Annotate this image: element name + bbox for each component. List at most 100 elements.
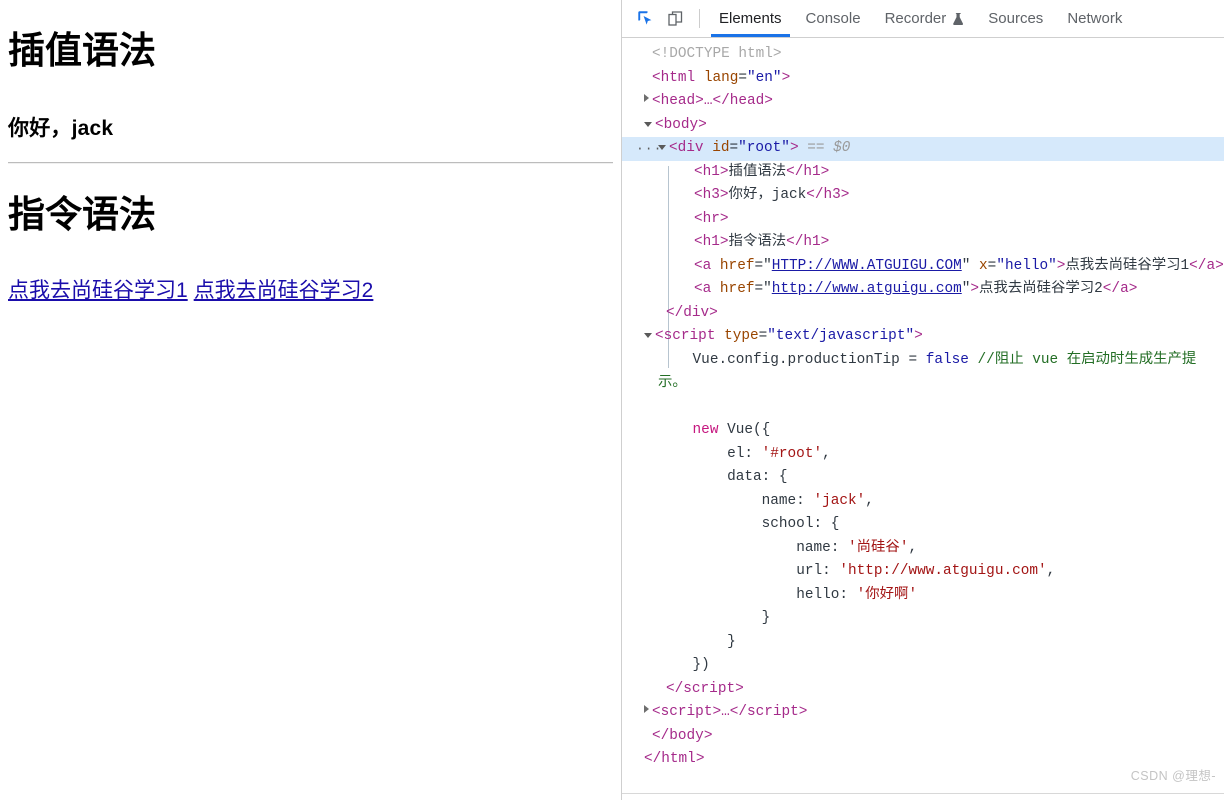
tab-console[interactable]: Console	[794, 0, 873, 37]
tab-sources[interactable]: Sources	[976, 0, 1055, 37]
dom-node-anchor-1[interactable]: <a href="HTTP://WWW.ATGUIGU.COM" x="hell…	[622, 255, 1224, 279]
hr-tag: <hr>	[694, 210, 729, 227]
h3-open-tag: <h3>	[694, 187, 729, 203]
flask-glyph	[953, 12, 964, 25]
script2-collapsed-text: <script>…</script>	[652, 704, 808, 720]
html-lang-value: "en"	[747, 69, 782, 86]
dom-node-body-close[interactable]: </body>	[622, 725, 1224, 749]
a2-tag-name: <a	[694, 281, 712, 297]
h1b-open-tag: <h1>	[694, 234, 729, 250]
src-hello-value: '你好啊'	[856, 586, 918, 603]
dom-node-script-close[interactable]: </script>	[622, 678, 1224, 702]
a1-tag-name: <a	[694, 257, 712, 274]
devtools-panel: Elements Console Recorder Sources Networ…	[621, 0, 1224, 800]
src-close-vue: })	[692, 657, 710, 673]
dom-node-head[interactable]: <head>…</head>	[622, 90, 1224, 114]
dom-node-script2[interactable]: <script>…</script>	[622, 701, 1224, 725]
h1b-text: 指令语法	[728, 234, 787, 250]
dom-node-h3-greeting[interactable]: <h3>你好，jack</h3>	[622, 184, 1224, 208]
dom-node-h1-interpolation[interactable]: <h1>插值语法</h1>	[622, 161, 1224, 185]
src-school-name-comma: ,	[908, 539, 918, 556]
html-tag-name: <html	[652, 69, 696, 86]
tab-network[interactable]: Network	[1055, 0, 1134, 37]
a1-x-attr: x	[979, 257, 988, 274]
dom-node-body-open[interactable]: <body>	[622, 114, 1224, 138]
src-name-comma: ,	[865, 492, 874, 509]
tab-elements[interactable]: Elements	[707, 0, 794, 37]
src-el-key: el:	[727, 445, 762, 462]
body-open-text: <body>	[655, 116, 707, 133]
dom-node-html-open[interactable]: <html lang="en">	[622, 67, 1224, 91]
src-el-comma: ,	[822, 445, 831, 462]
div-id-attr: id	[712, 140, 730, 156]
tab-recorder-label: Recorder	[884, 10, 947, 27]
a1-href-attr: href	[719, 257, 755, 274]
a2-text: 点我去尚硅谷学习2	[979, 281, 1103, 297]
div-close-tag: </div>	[666, 304, 718, 321]
src-url-comma: ,	[1046, 563, 1056, 579]
node-options-badge[interactable]: ···	[636, 137, 662, 161]
h3-close-tag: </h3>	[806, 187, 850, 203]
div-tag-name: <div	[669, 140, 704, 156]
src-url-value: 'http://www.atguigu.com'	[839, 563, 1047, 579]
src-vue-call: Vue({	[718, 422, 771, 438]
tab-network-label: Network	[1067, 10, 1123, 27]
dom-node-h1-directive[interactable]: <h1>指令语法</h1>	[622, 231, 1224, 255]
csdn-watermark: CSDN @理想-	[1130, 769, 1216, 783]
a2-close-tag: </a>	[1102, 281, 1138, 297]
script-open-tag: <script	[655, 328, 716, 344]
chevron-right-icon[interactable]	[644, 705, 649, 713]
page-heading-interpolation: 插值语法	[8, 30, 156, 71]
h1-text: 插值语法	[728, 163, 787, 180]
script-source-block[interactable]: Vue.config.productionTip = false //阻止 vu…	[622, 349, 1224, 678]
a2-href-value[interactable]: http://www.atguigu.com	[772, 281, 962, 297]
script-close-tag: </script>	[666, 680, 744, 697]
src-productiontip-code: Vue.config.productionTip =	[692, 351, 926, 368]
dom-node-anchor-2[interactable]: <a href="http://www.atguigu.com">点我去尚硅谷学…	[622, 278, 1224, 302]
page-link-1[interactable]: 点我去尚硅谷学习1	[8, 279, 188, 302]
tab-elements-label: Elements	[719, 10, 782, 27]
page-divider	[8, 162, 613, 164]
devtools-toolbar: Elements Console Recorder Sources Networ…	[622, 0, 1224, 38]
dom-node-hr[interactable]: <hr>	[622, 208, 1224, 232]
a1-text: 点我去尚硅谷学习1	[1065, 257, 1190, 274]
src-school-key: school: {	[761, 516, 840, 532]
chevron-right-icon[interactable]	[644, 94, 649, 102]
script-type-value: "text/javascript"	[767, 328, 915, 344]
devtools-bottom-rule	[622, 793, 1224, 794]
src-school-name-value: '尚硅谷'	[848, 539, 909, 556]
a2-href-attr: href	[719, 281, 755, 297]
a1-href-value[interactable]: HTTP://WWW.ATGUIGU.COM	[772, 258, 962, 274]
dom-node-div-close[interactable]: </div>	[622, 302, 1224, 326]
page-links-row: 点我去尚硅谷学习1 点我去尚硅谷学习2	[8, 274, 373, 304]
device-toolbar-icon[interactable]	[660, 0, 690, 37]
head-collapsed-text: <head>…</head>	[652, 93, 773, 109]
src-false-keyword: false	[925, 351, 969, 368]
dom-tree[interactable]: <!DOCTYPE html> <html lang="en"> <head>……	[622, 38, 1224, 800]
script-type-attr: type	[724, 328, 759, 344]
dom-node-script-open[interactable]: <script type="text/javascript">	[622, 325, 1224, 349]
h1-close-tag: </h1>	[786, 163, 830, 180]
dom-node-div-root-selected[interactable]: ··· <div id="root"> == $0	[622, 137, 1224, 161]
dom-node-doctype[interactable]: <!DOCTYPE html>	[622, 43, 1224, 67]
h3-text: 你好，jack	[728, 187, 807, 203]
tab-console-label: Console	[805, 10, 861, 27]
rendered-page: 插值语法 你好，jack 指令语法 点我去尚硅谷学习1 点我去尚硅谷学习2	[0, 0, 621, 800]
flask-icon	[953, 12, 964, 26]
chevron-down-icon[interactable]	[644, 333, 652, 338]
src-data-key: data: {	[727, 469, 788, 485]
chevron-down-icon[interactable]	[644, 121, 652, 127]
src-school-name-key: name:	[796, 539, 849, 556]
src-url-key: url:	[796, 563, 840, 579]
src-el-value: '#root'	[761, 445, 823, 462]
page-link-2[interactable]: 点我去尚硅谷学习2	[194, 279, 374, 302]
tab-sources-label: Sources	[988, 10, 1044, 27]
inspect-cursor-icon[interactable]	[630, 0, 660, 37]
page-heading-directive: 指令语法	[8, 194, 156, 235]
doctype-text: <!DOCTYPE html>	[652, 46, 782, 62]
div-id-value: "root"	[738, 140, 790, 156]
src-name-value: 'jack'	[813, 492, 866, 509]
tab-recorder[interactable]: Recorder	[873, 0, 977, 37]
a1-close-tag: </a>	[1189, 257, 1224, 274]
html-lang-attr: lang	[703, 69, 739, 86]
